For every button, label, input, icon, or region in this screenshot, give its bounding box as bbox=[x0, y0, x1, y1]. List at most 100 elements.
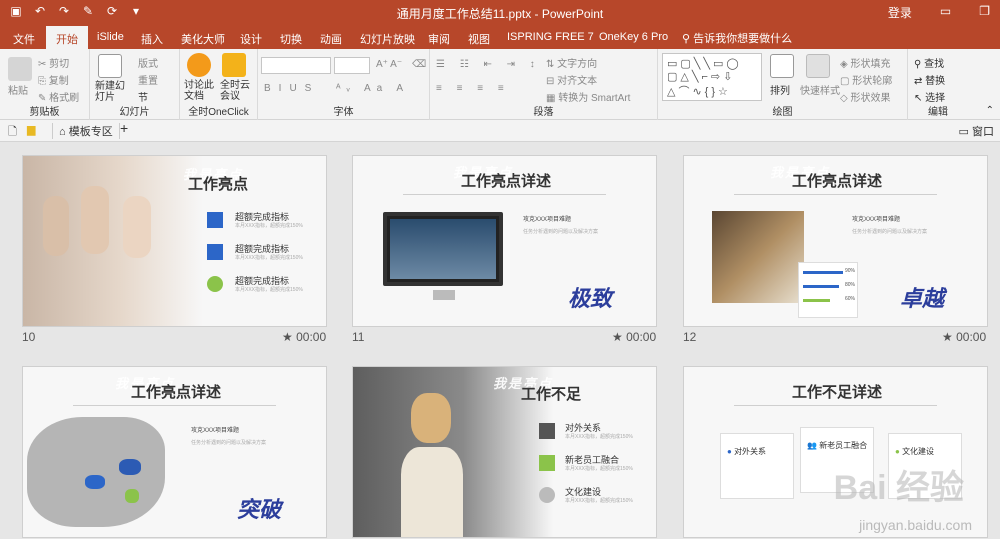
slide-thumbnail[interactable]: 我是亮点 工作不足 对外关系 本月XXX指标，超额完成150% 新老员工融合 本… bbox=[352, 366, 657, 538]
add-tab-button[interactable]: + bbox=[120, 120, 128, 136]
slide-number: 12 bbox=[683, 330, 697, 344]
pin-icon: ● bbox=[727, 447, 735, 456]
shape-fill-button[interactable]: ◈ 形状填充 bbox=[840, 55, 890, 70]
discuss-button[interactable]: 讨论此文档 bbox=[184, 80, 214, 102]
star-icon: ★ bbox=[612, 330, 627, 344]
format-painter-button[interactable]: ✎ 格式刷 bbox=[38, 89, 79, 104]
arrange-button[interactable]: 排列 bbox=[770, 82, 790, 97]
tab-home[interactable]: 开始 bbox=[46, 26, 88, 49]
slide-sorter: 我是亮点 工作亮点 超额完成指标 本月XXX指标，超额完成150% 超额完成指标… bbox=[0, 142, 1000, 539]
replace-button[interactable]: ⇄ 替换 bbox=[914, 72, 945, 87]
font-size-select[interactable] bbox=[334, 57, 370, 74]
group-font: A⁺ A⁻ ⌫ BIUS ᴬᵥ Aa A 字体 bbox=[258, 49, 430, 120]
tab-animations[interactable]: 动画 bbox=[320, 29, 342, 49]
font-style-buttons[interactable]: BIUS bbox=[264, 83, 319, 94]
arrange-icon[interactable] bbox=[770, 54, 794, 78]
title-divider bbox=[73, 405, 276, 406]
cloud-meeting-button[interactable]: 全时云会议 bbox=[220, 80, 250, 102]
china-map bbox=[27, 417, 165, 527]
tab-ispring[interactable]: ISPRING FREE 7 bbox=[507, 29, 594, 49]
group-oneclick: 讨论此文档 全时云会议 全时OneClick bbox=[180, 49, 258, 120]
slide-body: 任务分析遇到的问题以及解决方案 bbox=[191, 440, 267, 446]
folder-icon[interactable]: ▆ bbox=[27, 123, 35, 136]
slide-thumbnail[interactable]: 我是亮点 工作亮点详述 攻克XXX项目难题 任务分析遇到的问题以及解决方案 突破 bbox=[22, 366, 327, 538]
discuss-icon[interactable] bbox=[187, 53, 211, 77]
tab-onekey[interactable]: OneKey 6 Pro bbox=[599, 29, 668, 49]
meeting-photo bbox=[712, 211, 804, 303]
paste-button[interactable]: 粘贴 bbox=[8, 82, 28, 97]
align-text-button[interactable]: ⊟ 对齐文本 bbox=[546, 72, 597, 87]
section-button[interactable]: 节 bbox=[138, 89, 148, 104]
slide-thumbnail[interactable]: 工作不足详述 ● 对外关系 👥 新老员工融合 ● 文化建设 bbox=[683, 366, 988, 538]
new-slide-icon[interactable] bbox=[98, 54, 122, 78]
star-icon: ★ bbox=[282, 330, 297, 344]
select-button[interactable]: ↖ 选择 bbox=[914, 89, 945, 104]
reset-button[interactable]: 重置 bbox=[138, 72, 158, 87]
tab-meihua[interactable]: 美化大师 bbox=[181, 29, 225, 49]
slide-thumbnail[interactable]: 我是亮点 工作亮点 超额完成指标 本月XXX指标，超额完成150% 超额完成指标… bbox=[22, 155, 327, 327]
slide-thumbnail[interactable]: 我是亮点 工作亮点详述 90% 80% 60% 攻克XXX项目难题 任务分析遇到… bbox=[683, 155, 988, 327]
group-drawing: ▭▢╲╲▭◯ ▢△╲⌐⇨⇩ △⌒∿{}☆ 排列 快速样式 ◈ 形状填充 ▢ 形状轮廓… bbox=[658, 49, 908, 120]
quick-styles-button[interactable]: 快速样式 bbox=[800, 82, 840, 97]
new-doc-icon[interactable]: 🗋 bbox=[8, 123, 17, 142]
slide-timing: ★ 00:00 bbox=[942, 330, 987, 344]
scissors-icon: ✂ bbox=[38, 59, 50, 70]
tab-view[interactable]: 视图 bbox=[468, 29, 490, 49]
copy-button[interactable]: ⎘ 复制 bbox=[38, 72, 69, 87]
cut-button[interactable]: ✂ 剪切 bbox=[38, 55, 69, 70]
font-grow-icon[interactable]: A⁺ A⁻ bbox=[376, 59, 402, 70]
tab-slideshow[interactable]: 幻灯片放映 bbox=[360, 29, 415, 49]
slide-timing: ★ 00:00 bbox=[612, 330, 657, 344]
align-buttons[interactable]: ≡ ≡ ≡ ≡ bbox=[436, 83, 510, 94]
tab-insert[interactable]: 插入 bbox=[141, 29, 163, 49]
slide-thumbnail[interactable]: 我是亮点 工作亮点详述 攻克XXX项目难题 任务分析遇到的问题以及解决方案 极致 bbox=[352, 155, 657, 327]
text-direction-button[interactable]: ⇅ 文字方向 bbox=[546, 55, 597, 70]
group-label: 全时OneClick bbox=[188, 107, 249, 118]
ribbon-display-icon[interactable]: ▭ bbox=[940, 4, 951, 21]
shapes-gallery[interactable]: ▭▢╲╲▭◯ ▢△╲⌐⇨⇩ △⌒∿{}☆ bbox=[662, 53, 762, 101]
tab-design[interactable]: 设计 bbox=[240, 29, 262, 49]
restore-window-icon[interactable]: ❐ bbox=[979, 4, 990, 21]
progress-card: 90% 80% 60% bbox=[798, 262, 858, 318]
font-spacing-buttons[interactable]: ᴬᵥ Aa A bbox=[336, 83, 409, 94]
shape-outline-button[interactable]: ▢ 形状轮廓 bbox=[840, 72, 892, 87]
slide-title: 工作亮点详述 bbox=[792, 173, 883, 190]
brush-text: 卓越 bbox=[900, 286, 945, 312]
find-button[interactable]: ⚲ 查找 bbox=[914, 55, 944, 70]
quick-styles-icon[interactable] bbox=[806, 54, 830, 78]
collapse-ribbon-icon[interactable]: ⌃ bbox=[986, 105, 994, 116]
clear-format-icon[interactable]: ⌫ bbox=[412, 59, 426, 70]
search-icon: ⚲ bbox=[682, 33, 694, 45]
new-slide-button[interactable]: 新建幻灯片 bbox=[95, 81, 129, 103]
slide-timing: ★ 00:00 bbox=[282, 330, 327, 344]
window-button[interactable]: ▭ 窗口 bbox=[959, 123, 994, 139]
shape-effect-button[interactable]: ◇ 形状效果 bbox=[840, 89, 890, 104]
check-icon bbox=[207, 276, 223, 292]
slide-number: 11 bbox=[352, 330, 365, 344]
slide-heading: 攻克XXX项目难题 bbox=[852, 217, 901, 223]
paste-icon[interactable] bbox=[8, 57, 32, 81]
layout-button[interactable]: 版式 bbox=[138, 55, 158, 70]
info-card: ● 对外关系 bbox=[720, 433, 794, 499]
login-button[interactable]: 登录 bbox=[888, 4, 912, 21]
title-divider bbox=[403, 194, 606, 195]
window-icon: ▭ bbox=[958, 126, 972, 138]
find-icon: ⚲ bbox=[914, 59, 925, 70]
tab-review[interactable]: 审阅 bbox=[428, 29, 450, 49]
document-title: 通用月度工作总结11.pptx - PowerPoint bbox=[396, 7, 604, 21]
group-clipboard: 粘贴 ✂ 剪切 ⎘ 复制 ✎ 格式刷 剪贴板 bbox=[0, 49, 90, 120]
monitor-image bbox=[383, 212, 503, 286]
cloud-meeting-icon[interactable] bbox=[222, 53, 246, 77]
tab-islide[interactable]: iSlide bbox=[97, 29, 124, 49]
font-name-select[interactable] bbox=[261, 57, 331, 74]
smartart-button[interactable]: ▦ 转换为 SmartArt bbox=[546, 89, 630, 104]
align-text-icon: ⊟ bbox=[546, 76, 558, 87]
tab-transitions[interactable]: 切换 bbox=[280, 29, 302, 49]
ribbon: 粘贴 ✂ 剪切 ⎘ 复制 ✎ 格式刷 剪贴板 新建幻灯片 版式 重置 节 幻灯片… bbox=[0, 49, 1000, 120]
tab-file[interactable]: 文件 bbox=[13, 29, 35, 49]
list-buttons[interactable]: ☰ ☷ ⇤ ⇥ ↕ bbox=[436, 59, 541, 70]
slide-title: 工作亮点详述 bbox=[461, 173, 552, 190]
template-tab[interactable]: ⌂ 模板专区 bbox=[52, 123, 120, 139]
slide-subtext: 本月XXX指标，超额完成150% bbox=[565, 498, 633, 504]
tell-me-box[interactable]: ⚲ 告诉我你想要做什么 bbox=[682, 30, 792, 46]
